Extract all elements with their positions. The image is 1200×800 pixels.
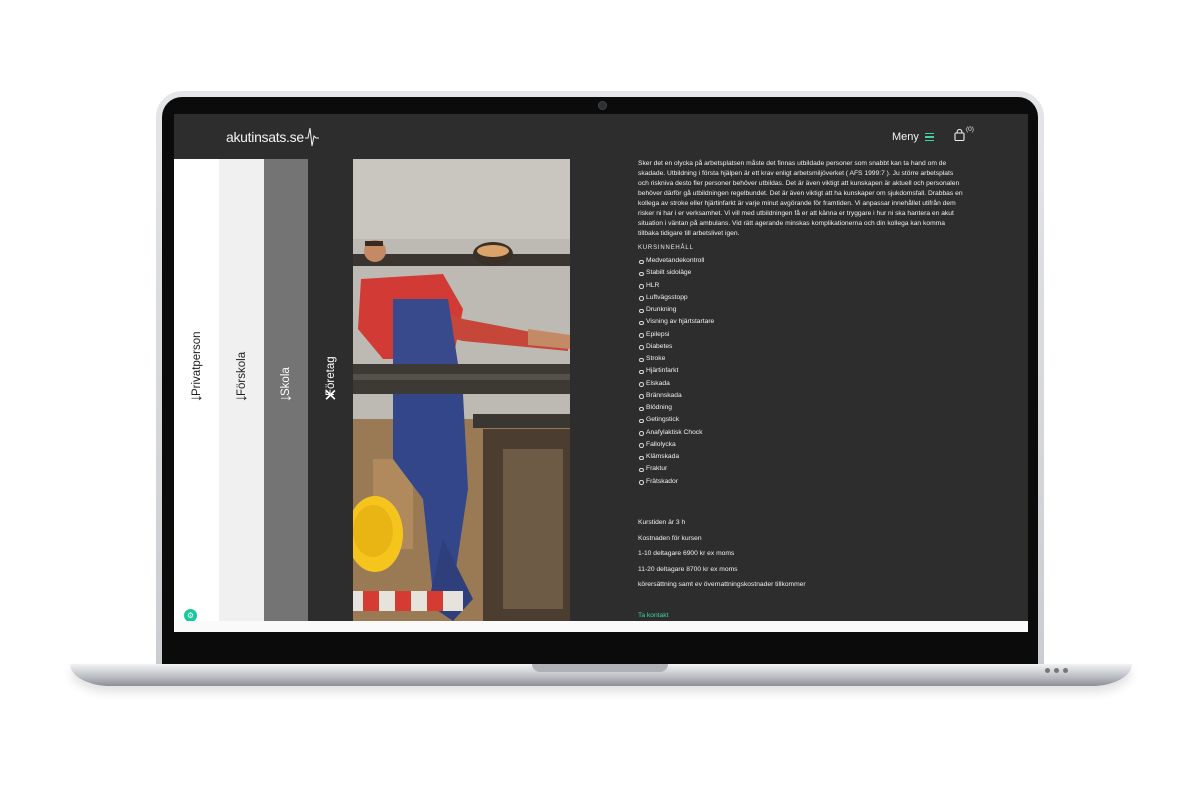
list-item: Medvetandekontroll — [638, 255, 963, 267]
browser-screen: akutinsats.se Meny (0) Privatperson → Fö… — [174, 114, 1028, 632]
arrow-right-icon: → — [188, 386, 205, 405]
list-item: Elskada — [638, 378, 963, 390]
list-item: Stabilt sidoläge — [638, 267, 963, 279]
course-heading: KURSINNEHÅLL — [638, 245, 694, 251]
list-item: Frätskador — [638, 476, 963, 488]
tab-skola[interactable]: Skola → — [264, 159, 308, 621]
list-item: Drunkning — [638, 304, 963, 316]
course-list: Medvetandekontroll Stabilt sidoläge HLR … — [638, 255, 963, 488]
cart-count: (0) — [966, 126, 974, 133]
tab-foretag[interactable]: Företag ✕ — [308, 159, 353, 621]
camera-icon — [598, 101, 607, 110]
cost-heading: Kostnaden för kursen — [638, 535, 702, 542]
arrow-right-icon: → — [233, 386, 250, 405]
travel-note: körersättning samt ev övernattningskostn… — [638, 581, 806, 588]
list-item: Visning av hjärtstartare — [638, 316, 963, 328]
list-item: Stroke — [638, 353, 963, 365]
list-item: Epilepsi — [638, 329, 963, 341]
site-logo[interactable]: akutinsats.se — [226, 126, 319, 148]
list-item: Luftvägsstopp — [638, 292, 963, 304]
hero-photo — [353, 159, 570, 621]
arrow-right-icon: → — [277, 386, 295, 405]
list-item: Klämskada — [638, 451, 963, 463]
shopping-bag-icon — [954, 128, 965, 142]
course-content: Sker det en olycka på arbetsplatsen måst… — [638, 159, 963, 619]
menu-button[interactable]: Meny — [892, 131, 934, 143]
contact-link[interactable]: Ta kontakt — [638, 611, 668, 621]
list-item: Hjärtinfarkt — [638, 365, 963, 377]
laptop-indicator-lights — [1045, 668, 1068, 673]
price-large-group: 11-20 deltagare 8700 kr ex moms — [638, 566, 738, 573]
list-item: Fraktur — [638, 463, 963, 475]
heartbeat-icon — [304, 127, 319, 147]
course-duration: Kurstiden är 3 h — [638, 519, 686, 526]
list-item: Getingstick — [638, 414, 963, 426]
hamburger-icon — [924, 132, 934, 142]
list-item: HLR — [638, 280, 963, 292]
list-item: Blödning — [638, 402, 963, 414]
cart-button[interactable]: (0) — [954, 126, 974, 146]
menu-label: Meny — [892, 131, 919, 143]
close-icon[interactable]: ✕ — [323, 387, 337, 404]
price-small-group: 1-10 deltagare 6900 kr ex moms — [638, 550, 735, 557]
laptop-notch — [532, 664, 668, 672]
list-item: Diabetes — [638, 341, 963, 353]
logo-text: akutinsats.se — [226, 129, 304, 145]
list-item: Fallolycka — [638, 439, 963, 451]
injured-worker-illustration — [353, 159, 570, 621]
screen-footer-strip — [174, 621, 1028, 632]
list-item: Brännskada — [638, 390, 963, 402]
tab-privatperson[interactable]: Privatperson → — [174, 159, 219, 621]
intro-text: Sker det en olycka på arbetsplatsen måst… — [638, 160, 963, 237]
list-item: Anafylaktisk Chock — [638, 427, 963, 439]
tab-forskola[interactable]: Förskola → — [219, 159, 264, 621]
